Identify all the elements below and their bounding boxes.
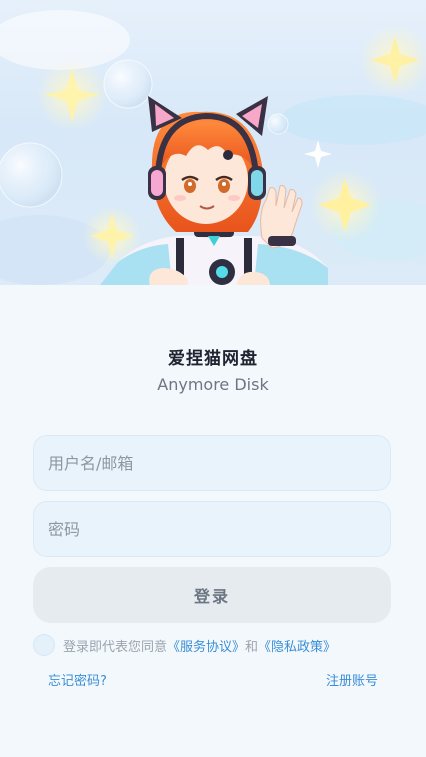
mascot-illustration — [0, 10, 426, 285]
register-link[interactable]: 注册账号 — [326, 670, 378, 689]
app-name: 爱捏猫网盘 — [168, 349, 258, 369]
app-subtitle: Anymore Disk — [157, 375, 269, 394]
header-banner — [0, 0, 426, 285]
agreement-row: 登录即代表您同意 《服务协议》 和 《隐私政策》 — [33, 633, 336, 657]
password-input[interactable] — [33, 501, 391, 557]
forgot-password-link[interactable]: 忘记密码? — [48, 670, 107, 689]
terms-of-service-link[interactable]: 《服务协议》 — [167, 636, 245, 655]
login-button[interactable]: 登录 — [33, 567, 391, 623]
agreement-prefix: 登录即代表您同意 — [63, 639, 168, 655]
privacy-policy-link[interactable]: 《隐私政策》 — [258, 636, 336, 655]
agreement-checkbox[interactable] — [33, 634, 55, 656]
agreement-conjunction: 和 — [245, 639, 259, 655]
username-input[interactable] — [33, 435, 391, 491]
